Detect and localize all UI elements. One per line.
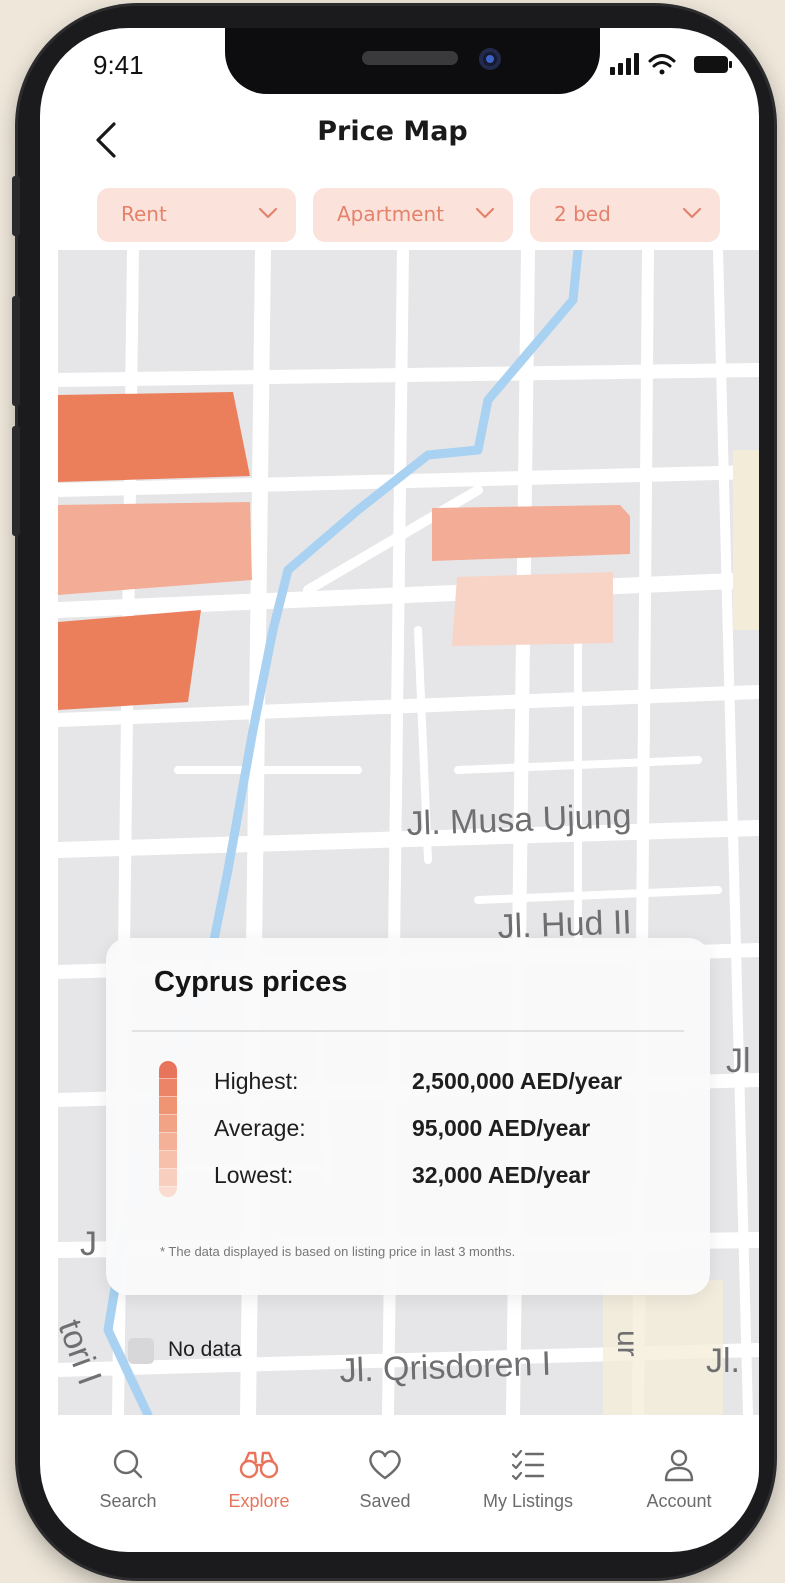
filter-listing-type[interactable]: Rent	[97, 188, 296, 242]
user-icon	[664, 1449, 694, 1482]
tab-explore[interactable]: Explore	[189, 1415, 329, 1525]
tab-saved[interactable]: Saved	[315, 1415, 455, 1525]
chevron-down-icon	[475, 207, 495, 219]
highest-label: Highest:	[214, 1068, 299, 1094]
street-label-jl-bottom-right: Jl.	[706, 1342, 740, 1380]
no-data-swatch	[128, 1338, 154, 1364]
legend-title: Cyprus prices	[154, 966, 348, 998]
wifi-icon	[648, 54, 676, 75]
price-scale-gradient	[159, 1061, 177, 1197]
binoculars-icon	[239, 1451, 279, 1479]
status-icons	[608, 50, 738, 80]
filter-label: Apartment	[337, 202, 445, 226]
status-time: 9:41	[93, 50, 144, 80]
filter-bedrooms[interactable]: 2 bed	[530, 188, 720, 242]
tab-label: My Listings	[482, 1491, 574, 1511]
filter-label: Rent	[121, 202, 167, 226]
front-camera	[479, 48, 501, 70]
average-label: Average:	[214, 1115, 306, 1141]
tab-label: Saved	[359, 1491, 411, 1511]
speaker	[362, 51, 458, 65]
volume-up-button	[12, 296, 20, 406]
search-icon	[113, 1449, 143, 1479]
tab-account[interactable]: Account	[609, 1415, 749, 1525]
battery-icon	[694, 56, 732, 73]
divider	[132, 1030, 684, 1032]
chevron-down-icon	[682, 207, 702, 219]
page-title: Price Map	[317, 116, 468, 147]
no-data-label: No data	[168, 1338, 242, 1361]
street-label-qrisdoren: Jl. Qrisdoren I	[339, 1345, 552, 1390]
average-value: 95,000 AED/year	[412, 1115, 591, 1141]
street-label-j-left: J	[80, 1225, 97, 1263]
street-label-vertical: ur	[611, 1330, 644, 1357]
volume-down-button	[12, 426, 20, 536]
tab-label: Explore	[228, 1491, 290, 1511]
price-legend-card: Cyprus prices Highest: 2,500,000 AED/yea…	[106, 938, 710, 1295]
heart-icon	[369, 1450, 401, 1480]
bottom-tab-bar: Search Explore Saved My Listings Account	[58, 1415, 759, 1530]
tab-search[interactable]: Search	[58, 1415, 198, 1525]
filter-label: 2 bed	[554, 202, 611, 226]
checklist-icon	[511, 1449, 545, 1481]
signal-icon	[610, 53, 639, 75]
tab-my-listings[interactable]: My Listings	[458, 1415, 598, 1525]
street-label-jl-right: Jl	[726, 1042, 751, 1080]
filter-property-type[interactable]: Apartment	[313, 188, 513, 242]
chevron-down-icon	[258, 207, 278, 219]
tab-label: Account	[646, 1491, 712, 1511]
lowest-label: Lowest:	[214, 1162, 294, 1188]
mute-switch	[12, 176, 20, 236]
tab-label: Search	[99, 1491, 157, 1511]
street-label-musa-ujung: Jl. Musa Ujung	[406, 797, 632, 843]
highest-value: 2,500,000 AED/year	[412, 1068, 623, 1094]
legend-footnote: * The data displayed is based on listing…	[160, 1244, 516, 1259]
lowest-value: 32,000 AED/year	[412, 1162, 591, 1188]
